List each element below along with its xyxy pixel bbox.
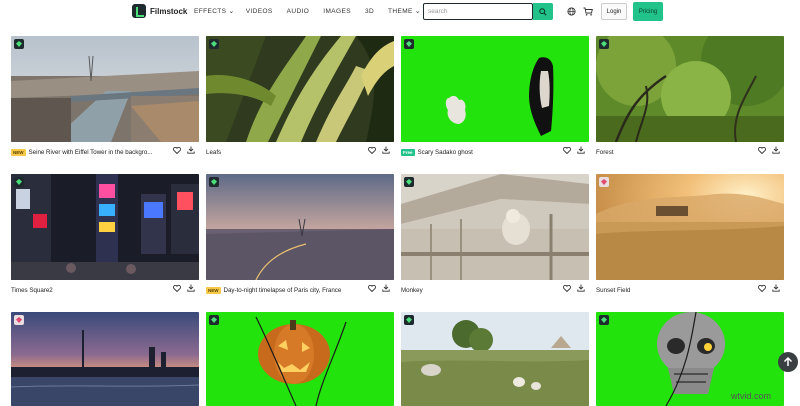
chevron-down-icon: ⌄ <box>228 8 235 15</box>
diamond-icon <box>601 179 607 185</box>
card-caption: Sunset Field <box>596 284 784 296</box>
heart-icon[interactable] <box>173 146 181 154</box>
card-caption: Free Scary Sadako ghost <box>401 146 589 158</box>
nav-images-label: IMAGES <box>323 7 351 15</box>
thumbnail-times-square[interactable] <box>11 174 199 280</box>
card-title[interactable]: Monkey <box>401 287 423 294</box>
heart-icon[interactable] <box>758 146 766 154</box>
nav-theme[interactable]: THEME ⌄ <box>388 7 422 16</box>
diamond-icon <box>16 179 22 185</box>
nav-audio[interactable]: AUDIO <box>287 7 310 15</box>
heart-icon[interactable] <box>563 146 571 154</box>
card-caption: Forest <box>596 146 784 158</box>
heart-icon[interactable] <box>563 284 571 292</box>
diamond-icon <box>406 317 412 323</box>
free-tag: Free <box>401 148 415 156</box>
nav-audio-label: AUDIO <box>286 7 310 15</box>
nav-videos-label: VIDEOS <box>245 7 273 15</box>
thumbnail-monkey[interactable] <box>401 174 589 280</box>
card-title[interactable]: Scary Sadako ghost <box>418 149 473 156</box>
thumbnail-leafs[interactable] <box>206 36 394 142</box>
chevron-down-icon: ⌄ <box>414 8 422 15</box>
card-title[interactable]: Times Square2 <box>11 287 53 294</box>
download-icon[interactable] <box>772 146 780 154</box>
brand-name: Filmstock <box>150 6 188 16</box>
login-button[interactable]: Login <box>601 3 627 20</box>
diamond-icon <box>601 41 607 47</box>
premium-badge <box>209 315 219 325</box>
premium-badge <box>209 177 219 187</box>
globe-icon[interactable] <box>566 6 576 16</box>
diamond-icon <box>406 41 412 47</box>
premium-badge <box>404 177 414 187</box>
nav-images[interactable]: IMAGES <box>323 7 351 15</box>
new-tag: NEW <box>206 286 221 294</box>
thumbnail-forest[interactable] <box>596 36 784 142</box>
download-icon[interactable] <box>187 146 195 154</box>
download-icon[interactable] <box>772 284 780 292</box>
premium-badge <box>599 177 609 187</box>
filmstock-logo-icon <box>132 4 146 18</box>
nav-theme-label: THEME <box>388 7 413 15</box>
thumbnail-seine-river[interactable] <box>11 36 199 142</box>
cart-icon[interactable] <box>583 6 593 16</box>
card-title[interactable]: Leafs <box>206 149 221 156</box>
card-title[interactable]: Sunset Field <box>596 287 630 294</box>
premium-badge <box>14 39 24 49</box>
nav-videos[interactable]: VIDEOS <box>246 7 273 15</box>
download-icon[interactable] <box>382 146 390 154</box>
card-title[interactable]: Forest <box>596 149 614 156</box>
diamond-icon <box>601 317 607 323</box>
premium-badge <box>404 315 414 325</box>
premium-badge <box>599 315 609 325</box>
card-caption: Monkey <box>401 284 589 296</box>
premium-badge <box>404 39 414 49</box>
premium-badge <box>14 315 24 325</box>
premium-badge <box>14 177 24 187</box>
thumbnail-grassland[interactable] <box>401 312 589 406</box>
premium-badge <box>209 39 219 49</box>
diamond-icon <box>211 179 217 185</box>
premium-badge <box>599 39 609 49</box>
top-nav-bar: Filmstock EFFECTS ⌄ VIDEOS AUDIO IMAGES 3… <box>0 0 800 24</box>
arrow-up-icon <box>783 357 793 366</box>
brand-logo[interactable]: Filmstock <box>132 4 187 18</box>
diamond-icon <box>211 317 217 323</box>
download-icon[interactable] <box>382 284 390 292</box>
download-icon[interactable] <box>577 146 585 154</box>
new-tag: NEW <box>11 148 26 156</box>
thumbnail-paris-timelapse[interactable] <box>206 174 394 280</box>
nav-effects[interactable]: EFFECTS ⌄ <box>194 7 235 16</box>
pricing-button[interactable]: Pricing <box>633 2 663 21</box>
card-caption: NEW Seine River with Eiffel Tower in the… <box>11 146 199 158</box>
heart-icon[interactable] <box>368 284 376 292</box>
heart-icon[interactable] <box>758 284 766 292</box>
diamond-icon <box>16 317 22 323</box>
heart-icon[interactable] <box>368 146 376 154</box>
diamond-icon <box>16 41 22 47</box>
thumbnail-pumpkin[interactable] <box>206 312 394 406</box>
scroll-to-top-button[interactable] <box>778 352 798 372</box>
watermark: wtvid.com <box>731 391 772 401</box>
thumbnail-sadako-ghost[interactable] <box>401 36 589 142</box>
main-nav: EFFECTS ⌄ VIDEOS AUDIO IMAGES 3D THEME ⌄ <box>194 7 422 16</box>
search-icon <box>539 7 547 16</box>
card-title[interactable]: Seine River with Eiffel Tower in the bac… <box>29 149 153 156</box>
nav-3d-label: 3D <box>364 7 375 15</box>
search-button[interactable] <box>533 3 553 20</box>
diamond-icon <box>211 41 217 47</box>
thumbnail-city-skyline[interactable] <box>11 312 199 406</box>
card-caption: Times Square2 <box>11 284 199 296</box>
download-icon[interactable] <box>187 284 195 292</box>
search-input[interactable]: search <box>423 3 533 20</box>
thumbnail-sunset-field[interactable] <box>596 174 784 280</box>
nav-effects-label: EFFECTS <box>194 7 227 15</box>
diamond-icon <box>406 179 412 185</box>
card-caption: Leafs <box>206 146 394 158</box>
nav-3d[interactable]: 3D <box>365 7 374 15</box>
download-icon[interactable] <box>577 284 585 292</box>
card-title[interactable]: Day-to-night timelapse of Paris city, Fr… <box>224 287 342 294</box>
heart-icon[interactable] <box>173 284 181 292</box>
card-caption: NEW Day-to-night timelapse of Paris city… <box>206 284 394 296</box>
